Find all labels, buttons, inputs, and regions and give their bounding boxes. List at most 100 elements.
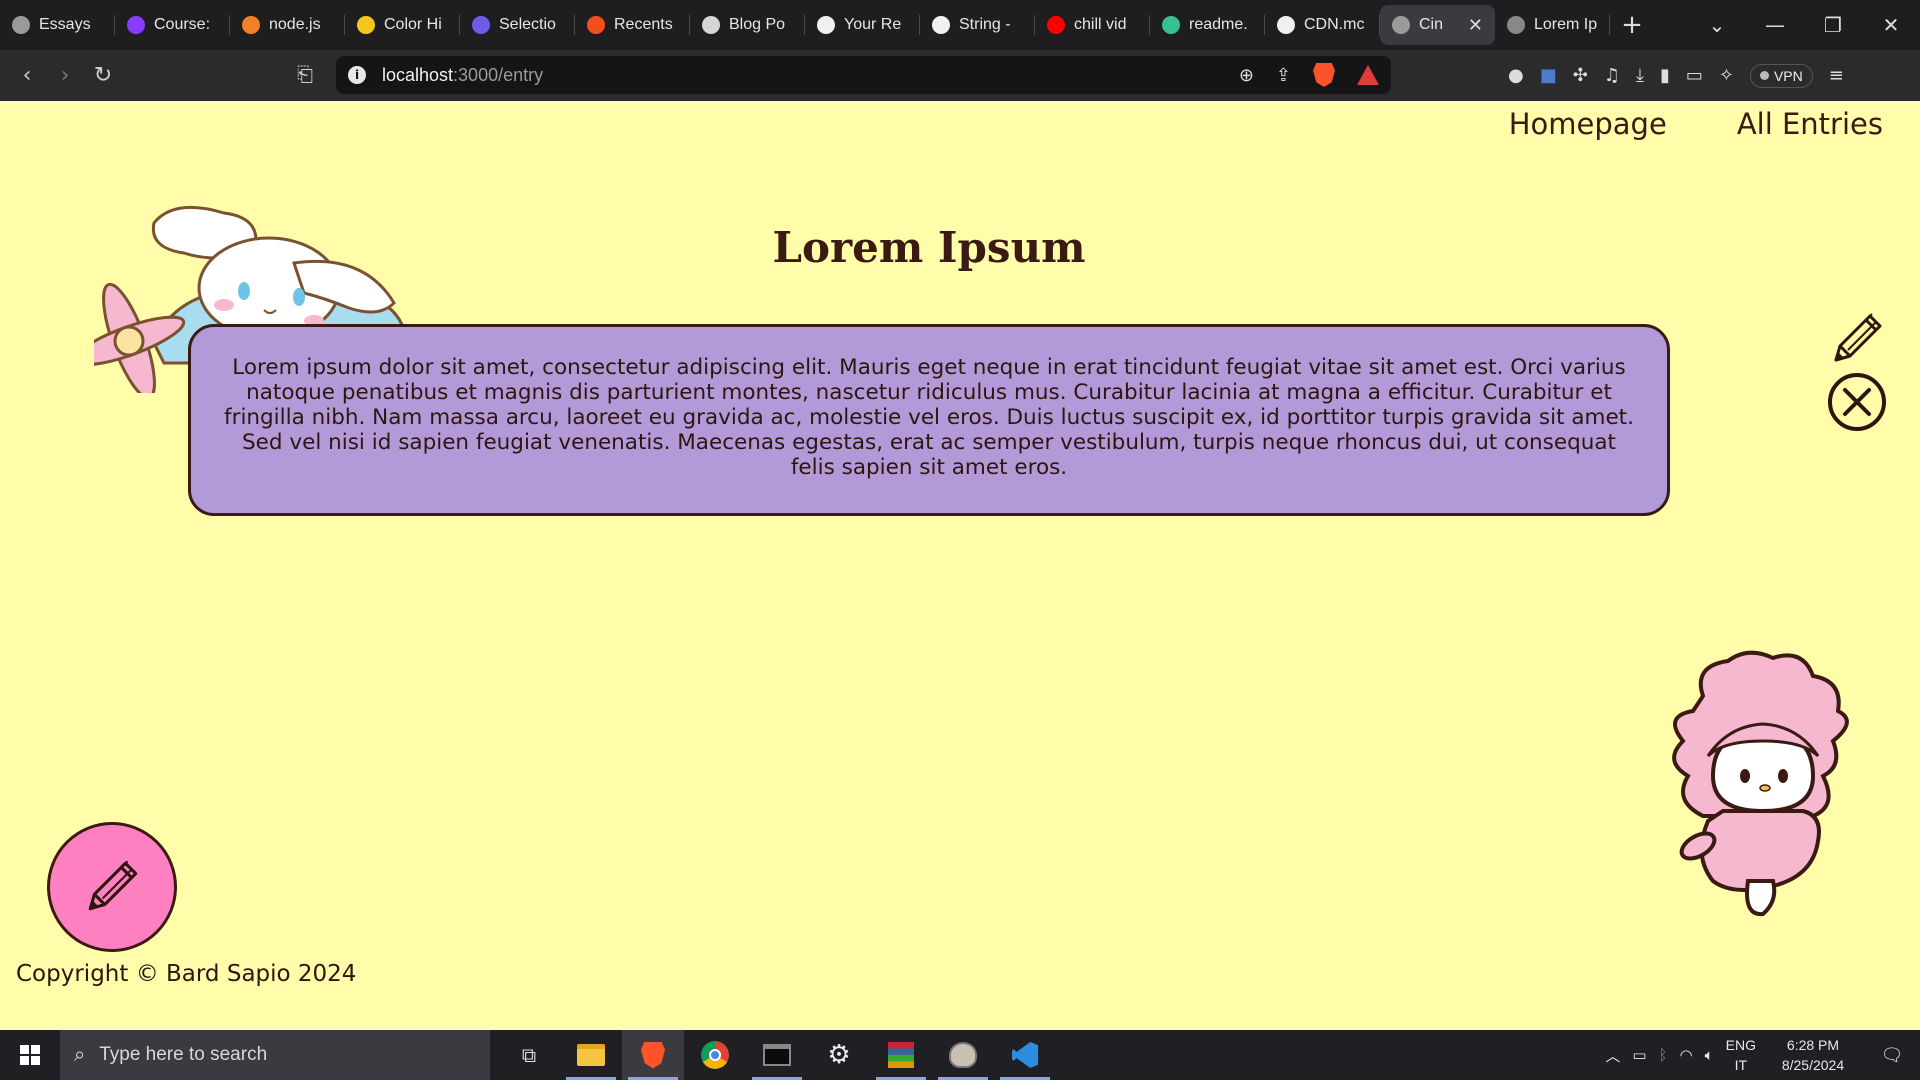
close-window-button[interactable]: ✕ (1862, 13, 1920, 37)
figma-icon (587, 16, 605, 34)
sidebar-icon[interactable]: ▮ (1660, 65, 1670, 86)
url-text[interactable]: localhost:3000/entry (382, 65, 543, 86)
tab-label: Selectio (499, 16, 556, 33)
footer-copyright: Copyright © Bard Sapio 2024 (16, 961, 357, 987)
new-entry-button[interactable] (47, 822, 177, 952)
brave-rewards-icon[interactable] (1357, 65, 1379, 85)
winrar-icon[interactable] (870, 1030, 932, 1080)
minimize-button[interactable]: — (1746, 13, 1804, 37)
language-secondary: IT (1734, 1057, 1748, 1073)
media-icon[interactable]: ♫ (1604, 65, 1620, 86)
browser-tab[interactable]: Course: (115, 0, 230, 50)
browser-tab[interactable]: String - (920, 0, 1035, 50)
extensions-icon[interactable]: ✣ (1573, 65, 1588, 86)
lorem-icon (1507, 16, 1525, 34)
clock-time: 6:28 PM (1786, 1037, 1840, 1053)
globe-icon (1392, 16, 1410, 34)
task-view-icon[interactable]: ⧉ (498, 1030, 560, 1080)
udemy-icon (127, 16, 145, 34)
search-icon: ⌕ (74, 1043, 86, 1066)
back-button[interactable]: ‹ (8, 63, 46, 88)
settings-icon[interactable]: ⚙ (808, 1030, 870, 1080)
browser-tab[interactable]: Selectio (460, 0, 575, 50)
top-navigation: Homepage All Entries (1509, 107, 1883, 141)
menu-icon[interactable]: ≡ (1829, 65, 1844, 86)
new-tab-button[interactable]: + (1610, 10, 1654, 40)
entry-body: Lorem ipsum dolor sit amet, consectetur … (224, 355, 1634, 480)
vpn-button[interactable]: VPN (1749, 63, 1813, 88)
browser-tab[interactable]: node.js (230, 0, 345, 50)
browser-tab[interactable]: Blog Po (690, 0, 805, 50)
colorful-icon (472, 16, 490, 34)
tab-label: Blog Po (729, 16, 786, 33)
forward-button[interactable]: › (46, 63, 84, 88)
browser-tab[interactable]: Cin ✕ (1380, 5, 1495, 45)
tab-label: node.js (269, 16, 321, 33)
mdn-icon (932, 16, 950, 34)
gimp-icon[interactable] (932, 1030, 994, 1080)
search-placeholder: Type here to search (99, 1044, 268, 1065)
globe-icon (12, 16, 30, 34)
tab-label: Color Hi (384, 16, 442, 33)
downloads-icon[interactable]: ⤓ (1636, 65, 1644, 86)
browser-tab[interactable]: Color Hi (345, 0, 460, 50)
wifi-icon[interactable]: ◠ (1680, 1046, 1693, 1064)
stackoverflow-icon (242, 16, 260, 34)
site-info-icon[interactable]: i (348, 66, 366, 84)
address-bar-actions: ⊕ ⇪ (1239, 56, 1379, 94)
colorhunt-icon (357, 16, 375, 34)
grammarly-icon[interactable]: ● (1508, 65, 1524, 86)
leo-ai-icon[interactable]: ✧ (1719, 65, 1734, 86)
nav-link-all-entries[interactable]: All Entries (1737, 107, 1883, 141)
tab-label: readme. (1189, 16, 1248, 33)
show-hidden-icons-chevron-icon[interactable]: ︿ (1605, 1045, 1620, 1066)
nav-link-homepage[interactable]: Homepage (1509, 107, 1667, 141)
browser-tab[interactable]: Your Re (805, 0, 920, 50)
notifications-icon[interactable]: 🗨︎ (1870, 1045, 1914, 1066)
browser-tab[interactable]: readme. (1150, 0, 1265, 50)
language-indicator[interactable]: ENG IT (1726, 1035, 1756, 1075)
clock[interactable]: 6:28 PM 8/25/2024 (1768, 1035, 1858, 1075)
tab-label: Your Re (844, 16, 902, 33)
browser-tab[interactable]: Recents (575, 0, 690, 50)
volume-icon[interactable]: 🔈︎ (1705, 1046, 1714, 1064)
delete-close-icon[interactable] (1826, 371, 1888, 433)
browser-tab[interactable]: Essays (0, 0, 115, 50)
chrome-icon[interactable] (684, 1030, 746, 1080)
restore-button[interactable]: ❐ (1804, 13, 1862, 37)
taskbar-search[interactable]: ⌕ Type here to search (60, 1030, 490, 1080)
bitwarden-icon[interactable]: ■ (1540, 65, 1557, 86)
bluetooth-icon[interactable]: ᛒ (1659, 1046, 1668, 1064)
browser-toolbar: ‹ › ↻ ⎗ i localhost:3000/entry ⊕ ⇪ ● ■ ✣… (0, 50, 1920, 101)
edit-pencil-icon[interactable] (1826, 308, 1888, 370)
start-button[interactable] (0, 1030, 60, 1080)
share-icon[interactable]: ⇪ (1276, 65, 1291, 86)
url-path: :3000/entry (453, 64, 544, 85)
sheep-character-image (1672, 650, 1849, 917)
language-primary: ENG (1725, 1037, 1756, 1053)
brave-icon[interactable] (622, 1030, 684, 1080)
extensions-area: ● ■ ✣ ♫ ⤓ ▮ ▭ ✧ VPN ≡ (1508, 50, 1844, 101)
youtube-icon (1047, 16, 1065, 34)
terminal-icon[interactable] (746, 1030, 808, 1080)
github-icon (817, 16, 835, 34)
vscode-icon[interactable] (994, 1030, 1056, 1080)
browser-tab[interactable]: chill vid (1035, 0, 1150, 50)
battery-icon[interactable]: ▭ (1632, 1046, 1646, 1064)
close-tab-icon[interactable]: ✕ (1468, 15, 1483, 36)
windows-logo-icon (20, 1045, 40, 1065)
address-bar[interactable]: i localhost:3000/entry ⊕ ⇪ (336, 56, 1391, 94)
reload-button[interactable]: ↻ (84, 63, 122, 88)
tab-label: Recents (614, 16, 673, 33)
tab-search-chevron-icon[interactable]: ⌄ (1688, 13, 1746, 37)
zoom-icon[interactable]: ⊕ (1239, 65, 1254, 86)
bookmark-icon[interactable]: ⎗ (286, 62, 324, 86)
taskbar-apps: ⧉ ⚙ (498, 1030, 1056, 1080)
browser-tab[interactable]: CDN.mc (1265, 0, 1380, 50)
file-explorer-icon[interactable] (560, 1030, 622, 1080)
wallet-icon[interactable]: ▭ (1686, 65, 1703, 86)
blog-icon (702, 16, 720, 34)
brave-shields-icon[interactable] (1313, 63, 1335, 87)
tab-label: chill vid (1074, 16, 1127, 33)
browser-tab[interactable]: Lorem Ip (1495, 0, 1610, 50)
